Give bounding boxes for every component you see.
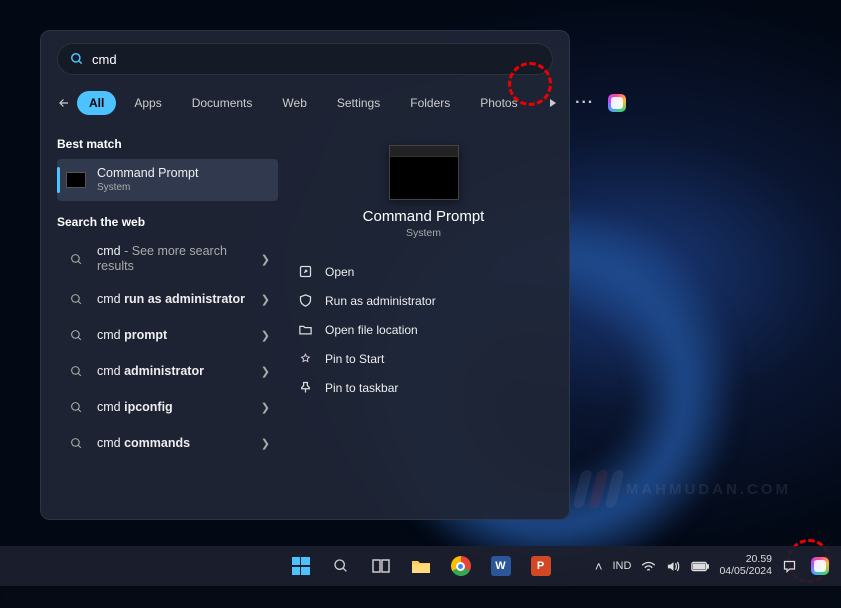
cmd-icon — [65, 169, 87, 191]
shield-icon — [298, 293, 313, 308]
tab-folders[interactable]: Folders — [398, 91, 462, 115]
action-run-admin[interactable]: Run as administrator — [294, 286, 553, 315]
search-web-label: Search the web — [57, 215, 278, 229]
chevron-right-icon: ❯ — [261, 401, 270, 414]
chevron-right-icon: ❯ — [261, 253, 270, 266]
tab-settings[interactable]: Settings — [325, 91, 392, 115]
notifications-icon[interactable] — [782, 559, 797, 574]
taskbar: W P ˄ IND 20.59 04/05/2024 — [0, 546, 841, 586]
arrow-left-icon — [57, 96, 71, 110]
search-icon — [65, 360, 87, 382]
taskbar-center: W P — [283, 548, 559, 584]
search-icon — [65, 324, 87, 346]
pin-icon — [298, 351, 313, 366]
best-match-subtitle: System — [97, 182, 270, 194]
play-icon — [548, 98, 558, 108]
web-result[interactable]: cmd run as administrator❯ — [57, 281, 278, 317]
task-view-icon — [372, 559, 390, 573]
search-icon — [333, 558, 349, 574]
results-column: Best match Command Prompt System Search … — [41, 127, 286, 519]
action-pin-taskbar[interactable]: Pin to taskbar — [294, 373, 553, 402]
tray-clock[interactable]: 20.59 04/05/2024 — [719, 554, 772, 577]
chevron-right-icon: ❯ — [261, 329, 270, 342]
best-match-label: Best match — [57, 137, 278, 151]
web-result[interactable]: cmd prompt❯ — [57, 317, 278, 353]
copilot-icon — [811, 557, 829, 575]
chevron-right-icon: ❯ — [261, 437, 270, 450]
more-button[interactable]: ··· — [574, 92, 596, 114]
desktop: MAHMUDAN.COM MAHMUDAN.COM All Apps Docum… — [0, 0, 841, 608]
tab-scroll-right[interactable] — [542, 92, 564, 114]
folder-icon — [298, 322, 313, 337]
best-match-result[interactable]: Command Prompt System — [57, 159, 278, 201]
volume-icon[interactable] — [666, 560, 681, 573]
search-input[interactable] — [92, 52, 540, 67]
chrome-icon — [451, 556, 471, 576]
taskbar-reflection — [0, 586, 841, 608]
word-icon: W — [491, 556, 511, 576]
tray-language[interactable]: IND — [612, 560, 631, 572]
battery-icon[interactable] — [691, 561, 709, 572]
word[interactable]: W — [483, 548, 519, 584]
search-icon — [65, 432, 87, 454]
powerpoint-icon: P — [531, 556, 551, 576]
chevron-right-icon: ❯ — [261, 365, 270, 378]
wifi-icon[interactable] — [641, 560, 656, 573]
taskbar-search[interactable] — [323, 548, 359, 584]
back-button[interactable] — [57, 89, 71, 117]
search-icon — [65, 396, 87, 418]
search-tabs: All Apps Documents Web Settings Folders … — [41, 85, 569, 127]
pin-icon — [298, 380, 313, 395]
action-open[interactable]: Open — [294, 257, 553, 286]
tab-all[interactable]: All — [77, 91, 116, 115]
folder-icon — [411, 558, 431, 574]
powerpoint[interactable]: P — [523, 548, 559, 584]
tab-apps[interactable]: Apps — [122, 91, 173, 115]
start-button[interactable] — [283, 548, 319, 584]
open-icon — [298, 264, 313, 279]
tray-chevron[interactable]: ˄ — [595, 559, 603, 574]
system-tray: ˄ IND 20.59 04/05/2024 — [595, 548, 833, 584]
web-result[interactable]: cmd ipconfig❯ — [57, 389, 278, 425]
copilot-icon — [608, 94, 626, 112]
copilot-button[interactable] — [606, 92, 628, 114]
tab-web[interactable]: Web — [270, 91, 318, 115]
chevron-right-icon: ❯ — [261, 293, 270, 306]
windows-icon — [292, 557, 310, 575]
task-view[interactable] — [363, 548, 399, 584]
watermark: MAHMUDAN.COM — [577, 470, 791, 508]
tab-photos[interactable]: Photos — [468, 91, 529, 115]
preview-title: Command Prompt — [294, 208, 553, 225]
tab-documents[interactable]: Documents — [180, 91, 265, 115]
preview-column: Command Prompt System Open Run as admini… — [286, 127, 569, 519]
file-explorer[interactable] — [403, 548, 439, 584]
action-open-location[interactable]: Open file location — [294, 315, 553, 344]
web-result[interactable]: cmd - See more search results❯ — [57, 237, 278, 281]
preview-subtitle: System — [294, 227, 553, 239]
action-pin-start[interactable]: Pin to Start — [294, 344, 553, 373]
preview-app-icon — [389, 145, 459, 200]
chrome[interactable] — [443, 548, 479, 584]
search-icon — [70, 52, 84, 66]
best-match-title: Command Prompt — [97, 166, 198, 180]
copilot-tray[interactable] — [807, 548, 833, 584]
search-icon — [65, 248, 87, 270]
web-result[interactable]: cmd administrator❯ — [57, 353, 278, 389]
web-result[interactable]: cmd commands❯ — [57, 425, 278, 461]
search-icon — [65, 288, 87, 310]
start-search-panel: All Apps Documents Web Settings Folders … — [40, 30, 570, 520]
search-box[interactable] — [57, 43, 553, 75]
